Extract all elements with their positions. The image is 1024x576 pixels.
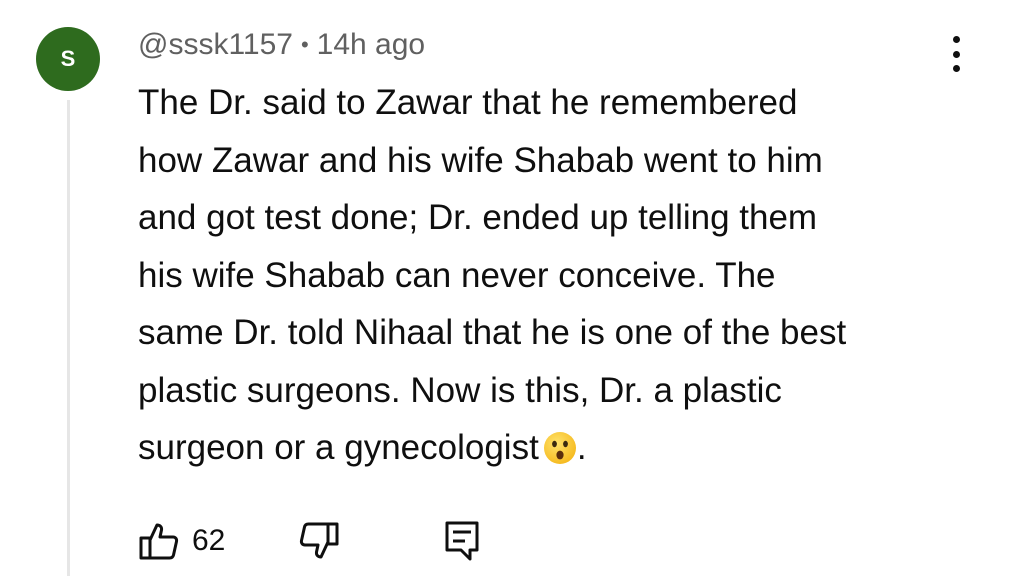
thumbs-up-icon — [139, 523, 179, 560]
comment-line: his wife Shabab can never conceive. The — [138, 255, 776, 295]
like-button[interactable]: 62 — [138, 520, 225, 562]
kebab-menu-icon[interactable] — [936, 32, 976, 76]
author-handle[interactable]: @sssk1157 — [138, 28, 293, 62]
astonished-face-emoji-icon — [543, 432, 576, 464]
thumbs-down-icon — [299, 522, 339, 559]
comment-line: how Zawar and his wife Shabab went to hi… — [138, 140, 823, 180]
meta-separator: • — [300, 32, 309, 57]
comment-text: The Dr. said to Zawar that he remembered… — [138, 74, 988, 477]
comment-line-last: surgeon or a gynecologist . — [138, 419, 988, 477]
comment-time[interactable]: 14h ago — [317, 28, 425, 62]
comment-line: surgeon or a gynecologist — [138, 428, 539, 467]
reply-button[interactable] — [444, 520, 480, 567]
comment-line-end: . — [576, 428, 587, 467]
comment-line: and got test done; Dr. ended up telling … — [138, 198, 818, 237]
comment-line: The Dr. said to Zawar that he remembered — [138, 83, 798, 122]
like-count: 62 — [192, 524, 226, 557]
reply-comment-icon — [445, 521, 479, 561]
comment-line: same Dr. told Nihaal that he is one of t… — [138, 313, 847, 352]
avatar[interactable]: S — [36, 27, 100, 91]
thread-line — [67, 100, 70, 576]
dislike-button[interactable] — [298, 520, 340, 567]
comment-actions: 62 — [138, 516, 538, 566]
comment-meta: @sssk1157 • 14h ago — [138, 26, 425, 64]
comment-line: plastic surgeons. Now is this, Dr. a pla… — [138, 370, 782, 410]
avatar-letter: S — [60, 46, 76, 71]
